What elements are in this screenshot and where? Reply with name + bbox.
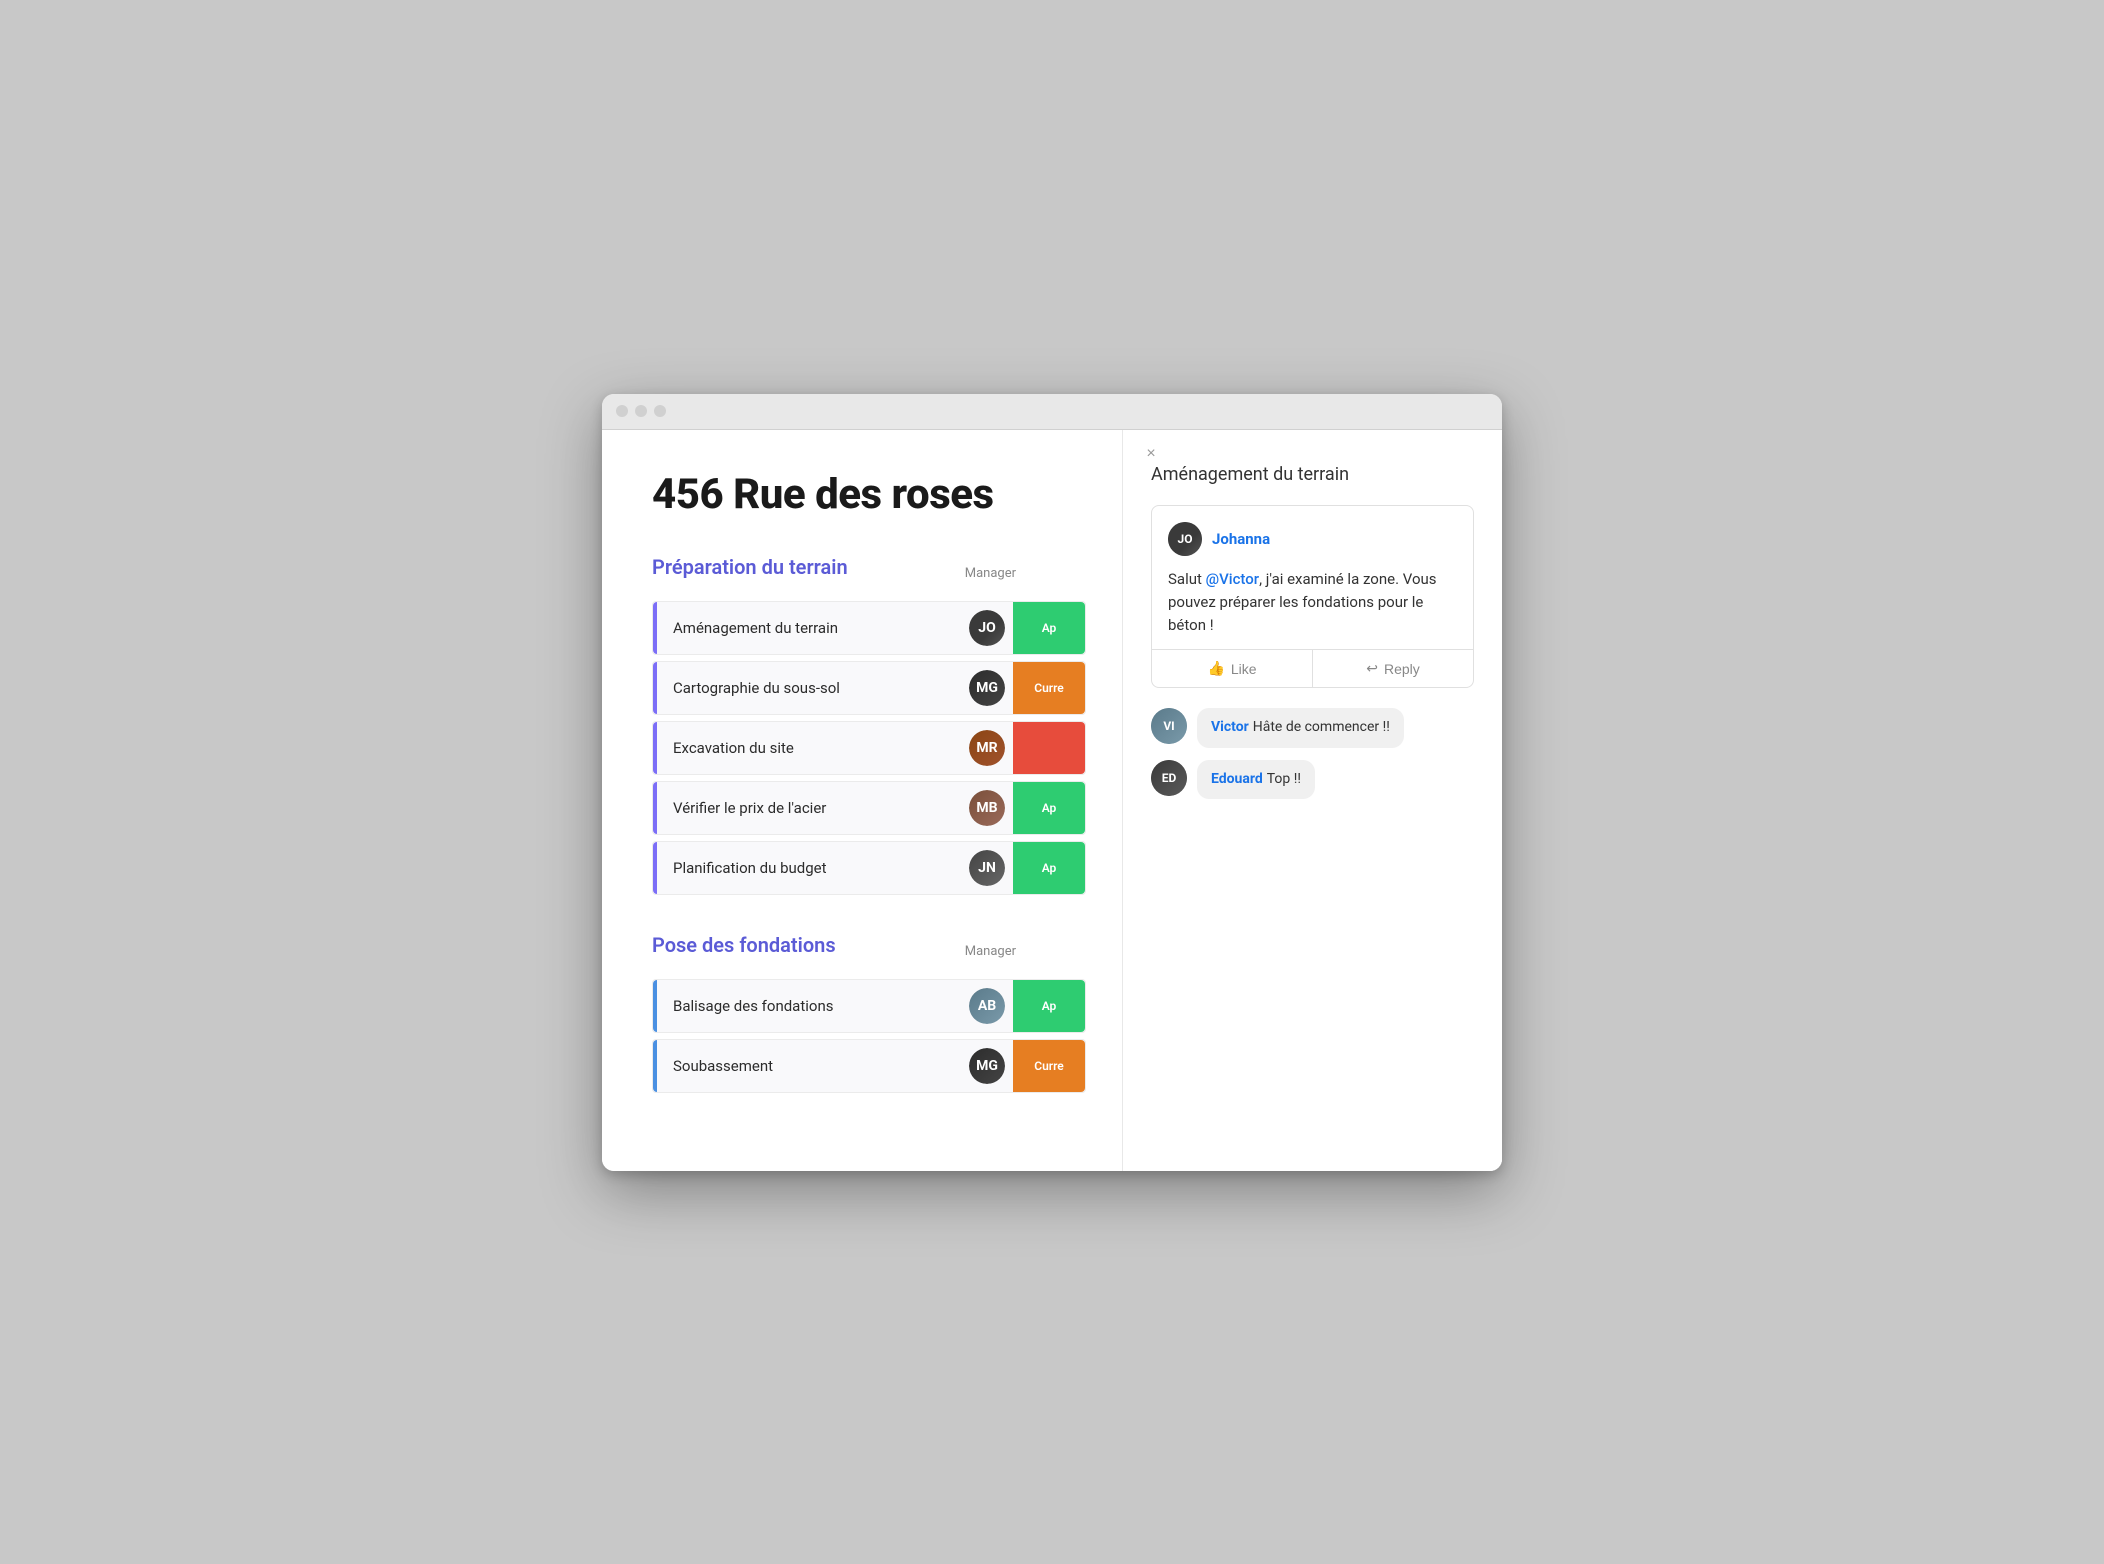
drawer-title: Aménagement du terrain bbox=[1151, 464, 1474, 485]
close-button[interactable]: × bbox=[1141, 444, 1161, 464]
list-item: VI VictorHâte de commencer !! bbox=[1151, 708, 1474, 748]
avatar: MB bbox=[969, 790, 1005, 826]
task-status bbox=[1013, 722, 1085, 774]
task-status: Ap bbox=[1013, 782, 1085, 834]
thumbs-up-icon: 👍 bbox=[1207, 660, 1224, 677]
section-fondations: Pose des fondations Manager Balisage des… bbox=[652, 933, 1086, 1099]
reply-bubble: EdouardTop !! bbox=[1197, 760, 1315, 800]
avatar: VI bbox=[1151, 708, 1187, 744]
browser-window: 456 Rue des roses Préparation du terrain… bbox=[602, 394, 1502, 1171]
titlebar bbox=[602, 394, 1502, 430]
reply-author: Edouard bbox=[1211, 771, 1263, 787]
task-name: Soubassement bbox=[657, 1043, 969, 1089]
reply-label: Reply bbox=[1384, 661, 1420, 677]
comment-author-row: JO Johanna bbox=[1168, 522, 1457, 556]
task-name: Vérifier le prix de l'acier bbox=[657, 785, 969, 831]
avatar: MG bbox=[969, 1048, 1005, 1084]
reply-text: Top !! bbox=[1267, 771, 1301, 787]
task-status: Ap bbox=[1013, 602, 1085, 654]
task-status: Curre bbox=[1013, 1040, 1085, 1092]
reply-list: VI VictorHâte de commencer !! ED Edouard… bbox=[1151, 708, 1474, 799]
section-header-preparation: Préparation du terrain Manager bbox=[652, 555, 1086, 593]
browser-content: 456 Rue des roses Préparation du terrain… bbox=[602, 430, 1502, 1171]
reply-button[interactable]: ↩ Reply bbox=[1313, 650, 1473, 687]
minimize-traffic-light[interactable] bbox=[635, 405, 647, 417]
avatar: JO bbox=[1168, 522, 1202, 556]
task-name: Cartographie du sous-sol bbox=[657, 665, 969, 711]
list-item: ED EdouardTop !! bbox=[1151, 760, 1474, 800]
table-row[interactable]: Cartographie du sous-sol MG Curre bbox=[652, 661, 1086, 715]
task-list-fondations: Balisage des fondations AB Ap Soubasseme… bbox=[652, 979, 1086, 1099]
close-traffic-light[interactable] bbox=[616, 405, 628, 417]
reply-author: Victor bbox=[1211, 719, 1249, 735]
avatar: JO bbox=[969, 610, 1005, 646]
manager-label-fondations: Manager bbox=[965, 944, 1016, 959]
table-row[interactable]: Balisage des fondations AB Ap bbox=[652, 979, 1086, 1033]
section-preparation: Préparation du terrain Manager Aménageme… bbox=[652, 555, 1086, 901]
task-status: Ap bbox=[1013, 842, 1085, 894]
section-title-fondations: Pose des fondations bbox=[652, 933, 836, 957]
section-header-fondations: Pose des fondations Manager bbox=[652, 933, 1086, 971]
reply-icon: ↩ bbox=[1366, 660, 1378, 677]
comment-body: JO Johanna Salut @Victor, j'ai examiné l… bbox=[1152, 506, 1473, 650]
avatar: JN bbox=[969, 850, 1005, 886]
task-name: Excavation du site bbox=[657, 725, 969, 771]
comment-author-name: Johanna bbox=[1212, 530, 1270, 548]
comment-actions: 👍 Like ↩ Reply bbox=[1152, 649, 1473, 687]
reply-bubble: VictorHâte de commencer !! bbox=[1197, 708, 1404, 748]
left-panel: 456 Rue des roses Préparation du terrain… bbox=[602, 430, 1122, 1171]
task-name: Planification du budget bbox=[657, 845, 969, 891]
task-status: Curre bbox=[1013, 662, 1085, 714]
avatar: MG bbox=[969, 670, 1005, 706]
task-name: Balisage des fondations bbox=[657, 983, 969, 1029]
section-title-preparation: Préparation du terrain bbox=[652, 555, 848, 579]
task-name: Aménagement du terrain bbox=[657, 605, 969, 651]
table-row[interactable]: Soubassement MG Curre bbox=[652, 1039, 1086, 1093]
page-title: 456 Rue des roses bbox=[652, 470, 1086, 519]
avatar: AB bbox=[969, 988, 1005, 1024]
task-list-preparation: Aménagement du terrain JO Ap Cartographi… bbox=[652, 601, 1086, 901]
drawer-panel: × Aménagement du terrain JO Johanna Salu… bbox=[1122, 430, 1502, 1171]
table-row[interactable]: Excavation du site MR bbox=[652, 721, 1086, 775]
maximize-traffic-light[interactable] bbox=[654, 405, 666, 417]
avatar: MR bbox=[969, 730, 1005, 766]
table-row[interactable]: Planification du budget JN Ap bbox=[652, 841, 1086, 895]
comment-card: JO Johanna Salut @Victor, j'ai examiné l… bbox=[1151, 505, 1474, 689]
task-status: Ap bbox=[1013, 980, 1085, 1032]
reply-text: Hâte de commencer !! bbox=[1253, 719, 1390, 735]
manager-label-preparation: Manager bbox=[965, 566, 1016, 581]
table-row[interactable]: Vérifier le prix de l'acier MB Ap bbox=[652, 781, 1086, 835]
mention-victor: @Victor bbox=[1206, 570, 1259, 588]
comment-text: Salut @Victor, j'ai examiné la zone. Vou… bbox=[1168, 568, 1457, 638]
like-button[interactable]: 👍 Like bbox=[1152, 650, 1313, 687]
avatar: ED bbox=[1151, 760, 1187, 796]
traffic-lights bbox=[616, 405, 666, 417]
table-row[interactable]: Aménagement du terrain JO Ap bbox=[652, 601, 1086, 655]
like-label: Like bbox=[1231, 661, 1257, 677]
